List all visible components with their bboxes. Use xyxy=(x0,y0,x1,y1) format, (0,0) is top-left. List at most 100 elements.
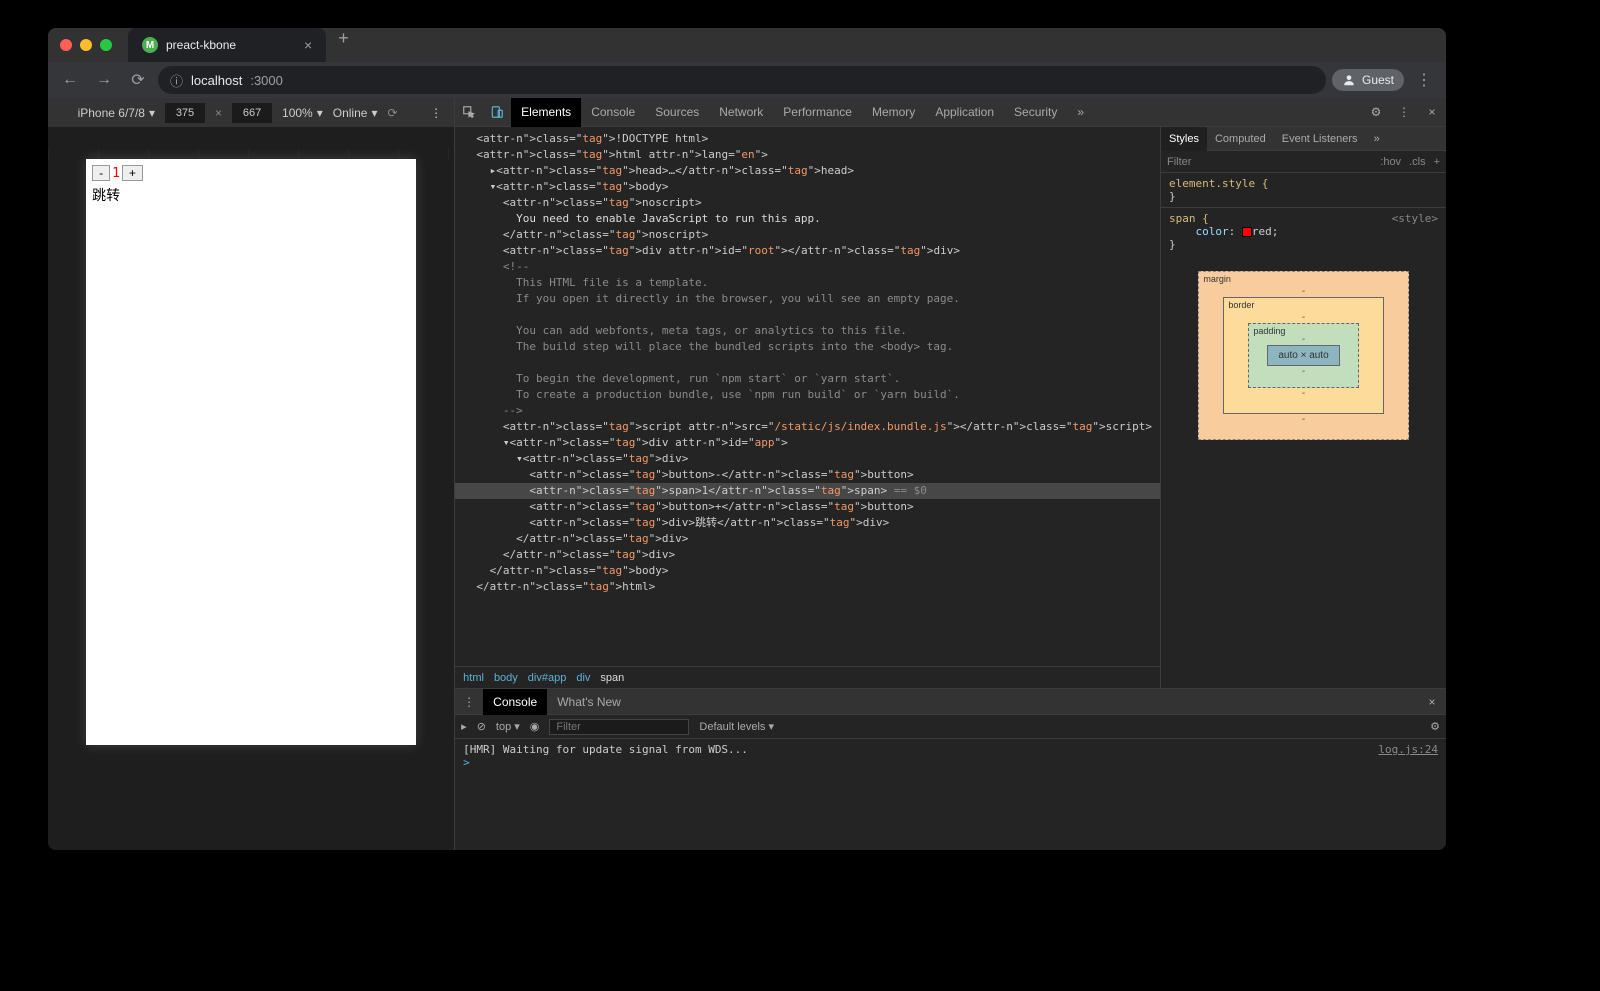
device-select[interactable]: iPhone 6/7/8 ▾ xyxy=(78,106,155,120)
devtools-tab-performance[interactable]: Performance xyxy=(773,98,862,127)
close-devtools-icon[interactable]: × xyxy=(1418,105,1446,119)
styles-tab-computed[interactable]: Computed xyxy=(1207,127,1274,151)
browser-menu-button[interactable]: ⋮ xyxy=(1410,66,1438,94)
context-select[interactable]: top ▾ xyxy=(496,720,520,733)
dom-node[interactable] xyxy=(455,307,1160,323)
console-output[interactable]: [HMR] Waiting for update signal from WDS… xyxy=(455,739,1446,850)
console-settings-icon[interactable]: ⚙ xyxy=(1430,720,1440,733)
console-filter-input[interactable] xyxy=(549,719,689,735)
dom-node[interactable]: </attr-n">class="tag">body> xyxy=(455,563,1160,579)
crumb[interactable]: html xyxy=(463,672,484,684)
close-window-icon[interactable] xyxy=(60,39,72,51)
dom-node[interactable]: <!-- xyxy=(455,259,1160,275)
new-tab-button[interactable]: + xyxy=(338,28,349,62)
dom-node[interactable]: <attr-n">class="tag">div>跳转</attr-n">cla… xyxy=(455,515,1160,531)
clear-console-icon[interactable]: ⊘ xyxy=(477,720,486,733)
log-source-link[interactable]: log.js:24 xyxy=(1378,743,1438,756)
device-height-input[interactable] xyxy=(232,103,272,123)
dom-node[interactable]: </attr-n">class="tag">noscript> xyxy=(455,227,1160,243)
browser-tab[interactable]: M preact-kbone × xyxy=(128,28,326,62)
dom-node[interactable]: This HTML file is a template. xyxy=(455,275,1160,291)
style-rules[interactable]: element.style { } span {<style> color: r… xyxy=(1161,173,1446,255)
rotate-icon[interactable]: ⟳ xyxy=(387,106,397,120)
increment-button[interactable]: + xyxy=(122,165,143,181)
new-style-rule-icon[interactable]: + xyxy=(1434,156,1440,168)
throttle-select[interactable]: Online ▾ xyxy=(333,106,378,120)
devtools-tab-memory[interactable]: Memory xyxy=(862,98,925,127)
levels-select[interactable]: Default levels ▾ xyxy=(699,720,774,733)
dom-node[interactable] xyxy=(455,355,1160,371)
device-mode-icon[interactable] xyxy=(483,105,511,119)
sidebar-toggle-icon[interactable]: ▸ xyxy=(461,720,467,733)
styles-tab-styles[interactable]: Styles xyxy=(1161,127,1207,151)
jump-link[interactable]: 跳转 xyxy=(92,185,410,205)
forward-button[interactable]: → xyxy=(90,66,118,94)
tabs-overflow[interactable]: » xyxy=(1067,98,1094,127)
styles-tabs-overflow[interactable]: » xyxy=(1366,127,1388,151)
dom-node[interactable]: </attr-n">class="tag">html> xyxy=(455,579,1160,595)
more-icon[interactable]: ⋮ xyxy=(430,106,442,120)
devtools-tabs: ElementsConsoleSourcesNetworkPerformance… xyxy=(455,98,1446,127)
device-width-input[interactable] xyxy=(165,103,205,123)
url-field[interactable]: ⓘ localhost:3000 xyxy=(158,66,1326,94)
dom-node[interactable]: ▾<attr-n">class="tag">div> xyxy=(455,451,1160,467)
dom-node[interactable]: You can add webfonts, meta tags, or anal… xyxy=(455,323,1160,339)
dom-node[interactable]: <attr-n">class="tag">span>1</attr-n">cla… xyxy=(455,483,1160,499)
dom-node[interactable]: --> xyxy=(455,403,1160,419)
crumb[interactable]: span xyxy=(600,672,624,684)
devtools-menu-icon[interactable]: ⋮ xyxy=(1390,105,1418,119)
dom-node[interactable]: The build step will place the bundled sc… xyxy=(455,339,1160,355)
crumb[interactable]: div#app xyxy=(528,672,567,684)
dom-node[interactable]: </attr-n">class="tag">div> xyxy=(455,531,1160,547)
crumb[interactable]: div xyxy=(576,672,590,684)
reload-button[interactable]: ⟳ xyxy=(124,66,152,94)
crumb[interactable]: body xyxy=(494,672,518,684)
devtools-tab-application[interactable]: Application xyxy=(925,98,1004,127)
drawer-tab-console[interactable]: Console xyxy=(483,689,547,715)
content-area: iPhone 6/7/8 ▾ × 100% ▾ Online ▾ ⟳ ⋮ - 1… xyxy=(48,98,1446,850)
dom-node[interactable]: ▾<attr-n">class="tag">body> xyxy=(455,179,1160,195)
console-prompt[interactable]: > xyxy=(463,756,1438,769)
styles-filter-label[interactable]: Filter xyxy=(1167,156,1191,168)
styles-tab-event-listeners[interactable]: Event Listeners xyxy=(1274,127,1366,151)
site-info-icon[interactable]: ⓘ xyxy=(170,71,183,90)
devtools-tab-network[interactable]: Network xyxy=(709,98,773,127)
maximize-window-icon[interactable] xyxy=(100,39,112,51)
decrement-button[interactable]: - xyxy=(92,165,110,181)
devtools-tab-elements[interactable]: Elements xyxy=(511,98,581,127)
drawer-menu-icon[interactable]: ⋮ xyxy=(455,695,483,709)
dom-node[interactable]: <attr-n">class="tag">noscript> xyxy=(455,195,1160,211)
dom-node[interactable]: </attr-n">class="tag">div> xyxy=(455,547,1160,563)
close-drawer-icon[interactable]: × xyxy=(1418,695,1446,709)
dom-node[interactable]: <attr-n">class="tag">div attr-n">id="roo… xyxy=(455,243,1160,259)
dom-node[interactable]: If you open it directly in the browser, … xyxy=(455,291,1160,307)
close-tab-icon[interactable]: × xyxy=(304,37,312,53)
cls-toggle[interactable]: .cls xyxy=(1409,156,1426,168)
settings-icon[interactable]: ⚙ xyxy=(1362,105,1390,119)
devtools-tab-security[interactable]: Security xyxy=(1004,98,1067,127)
dom-node[interactable]: <attr-n">class="tag">script attr-n">src=… xyxy=(455,419,1160,435)
hov-toggle[interactable]: :hov xyxy=(1380,156,1401,168)
dom-node[interactable]: ▾<attr-n">class="tag">div attr-n">id="ap… xyxy=(455,435,1160,451)
dom-node[interactable]: To create a production bundle, use `npm … xyxy=(455,387,1160,403)
devtools-tab-sources[interactable]: Sources xyxy=(645,98,709,127)
dom-node[interactable]: <attr-n">class="tag">button>+</attr-n">c… xyxy=(455,499,1160,515)
zoom-select[interactable]: 100% ▾ xyxy=(282,106,323,120)
breadcrumb[interactable]: html body div#app divspan xyxy=(455,666,1160,688)
dom-node[interactable]: <attr-n">class="tag">button>-</attr-n">c… xyxy=(455,467,1160,483)
back-button[interactable]: ← xyxy=(56,66,84,94)
inspect-icon[interactable] xyxy=(455,105,483,119)
dom-node[interactable]: ▸<attr-n">class="tag">head>…</attr-n">cl… xyxy=(455,163,1160,179)
minimize-window-icon[interactable] xyxy=(80,39,92,51)
styles-filter-row: Filter :hov .cls + xyxy=(1161,151,1446,173)
live-expression-icon[interactable]: ◉ xyxy=(530,720,540,733)
devtools-tab-console[interactable]: Console xyxy=(581,98,645,127)
color-swatch-icon[interactable] xyxy=(1242,227,1252,237)
dom-node[interactable]: To begin the development, run `npm start… xyxy=(455,371,1160,387)
dom-tree[interactable]: <attr-n">class="tag">!DOCTYPE html> <att… xyxy=(455,127,1160,666)
drawer-tab-what-s-new[interactable]: What's New xyxy=(547,689,631,715)
profile-button[interactable]: Guest xyxy=(1332,69,1404,91)
dom-node[interactable]: <attr-n">class="tag">!DOCTYPE html> xyxy=(455,131,1160,147)
dom-node[interactable]: <attr-n">class="tag">html attr-n">lang="… xyxy=(455,147,1160,163)
dom-node[interactable]: You need to enable JavaScript to run thi… xyxy=(455,211,1160,227)
